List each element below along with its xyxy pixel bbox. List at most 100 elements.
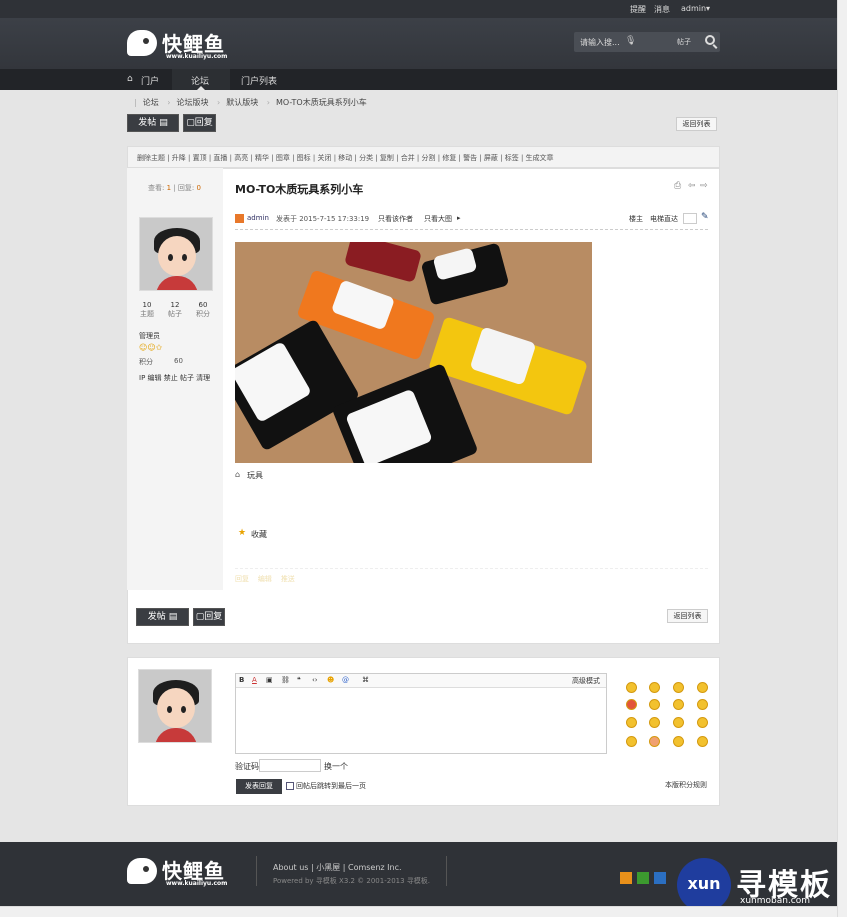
favorite-link[interactable]: 收藏 (251, 529, 267, 540)
new-post-button[interactable]: 发帖 ▤ (127, 114, 179, 132)
crumb-board-list[interactable]: 论坛版块 (176, 98, 208, 107)
jump-last-page-checkbox[interactable] (286, 782, 294, 790)
smiley-icon[interactable] (673, 717, 684, 728)
smiley-icon[interactable] (649, 736, 660, 747)
footer-powered: Powered by 寻模板 X3.2 © 2001-2013 寻模板. (273, 877, 431, 885)
post-author[interactable]: admin (247, 214, 269, 222)
search-box[interactable]: 请输入搜... 🎙 帖子 (574, 32, 720, 52)
message-link[interactable]: 消息 (654, 4, 670, 15)
smiley-icon[interactable] (697, 736, 708, 747)
smiley-icon[interactable] (697, 699, 708, 710)
post-divider (235, 229, 708, 230)
favorite-star-icon[interactable]: ★ (238, 528, 246, 538)
emoticon-icon[interactable]: ☻ (327, 676, 334, 684)
user-menu-caret-icon[interactable]: ▾ (706, 4, 710, 13)
crumb-forum[interactable]: 论坛 (143, 98, 159, 107)
top-bar: 提醒 消息 admin ▾ (0, 0, 837, 18)
points-rules-link[interactable]: 本版积分规则 (665, 780, 707, 790)
post-actions: 回复 编辑 推送 (235, 574, 295, 584)
smiley-icon[interactable] (697, 682, 708, 693)
author-score-label: 积分 (139, 358, 153, 366)
smiley-icon[interactable] (673, 682, 684, 693)
renren-icon[interactable] (654, 872, 666, 884)
only-big-image-link[interactable]: 只看大图 (424, 214, 452, 224)
print-icon[interactable]: ⎙ (674, 181, 681, 191)
smiley-icon[interactable] (673, 736, 684, 747)
smiley-icon[interactable] (626, 736, 637, 747)
prev-thread-icon[interactable]: ⇦ (688, 181, 696, 191)
only-author-link[interactable]: 只看该作者 (378, 214, 413, 224)
home-icon[interactable]: ⌂ (127, 74, 133, 84)
attachment-icon[interactable]: ⌘ (362, 676, 369, 684)
post-image[interactable] (235, 242, 592, 463)
author-posts[interactable]: 12 帖子 (167, 301, 183, 319)
main-nav: ⌂ 门户 论坛 门户列表 (0, 69, 837, 90)
advanced-mode-link[interactable]: 高级模式 (572, 676, 600, 686)
nav-item-home[interactable]: 门户 (141, 74, 159, 87)
smiley-icon[interactable] (697, 717, 708, 728)
smiley-icon[interactable] (649, 717, 660, 728)
recommend-action[interactable]: 推送 (281, 575, 295, 583)
vertical-scrollbar[interactable] (837, 0, 847, 917)
reply-editor[interactable]: B A ▣ ⛓ ❝ ‹› ☻ @ ⌘ 高级模式 (235, 673, 607, 754)
edit-action[interactable]: 编辑 (258, 575, 272, 583)
back-to-list-button-bottom[interactable]: 返回列表 (667, 609, 708, 623)
caret-right-icon[interactable]: ▸ (457, 214, 461, 222)
author-group[interactable]: 管理员 (139, 331, 160, 341)
font-color-icon[interactable]: A (252, 676, 257, 684)
back-to-list-button[interactable]: 返回列表 (676, 117, 717, 131)
search-type-select[interactable]: 帖子 (677, 37, 691, 47)
smiley-icon[interactable] (673, 699, 684, 710)
nav-item-forum[interactable]: 论坛 (191, 74, 209, 87)
reply-button[interactable]: ▢回复 (183, 114, 216, 132)
code-icon[interactable]: ‹› (312, 676, 318, 684)
image-icon[interactable]: ▣ (266, 676, 273, 684)
link-icon[interactable]: ⛓ (281, 676, 290, 684)
wrench-icon[interactable]: ✎ (701, 212, 709, 222)
microphone-icon[interactable]: 🎙 (625, 36, 636, 46)
at-icon[interactable]: @ (342, 676, 349, 684)
smiley-icon[interactable] (626, 682, 637, 693)
site-header: 快鲤鱼 www.kuailiyu.com 请输入搜... 🎙 帖子 (0, 18, 837, 69)
user-menu[interactable]: admin (681, 4, 706, 13)
remind-link[interactable]: 提醒 (630, 4, 646, 15)
search-icon[interactable] (705, 35, 715, 45)
author-admin-links[interactable]: IP 编辑 禁止 帖子 清理 (139, 373, 210, 383)
reply-button-bottom[interactable]: ▢回复 (193, 608, 225, 626)
moderation-tools[interactable]: 删除主题 | 升降 | 置顶 | 直播 | 高亮 | 精华 | 图章 | 图标 … (137, 153, 554, 163)
smiley-icon[interactable] (649, 682, 660, 693)
search-input[interactable]: 请输入搜... (580, 37, 620, 48)
footer-links[interactable]: About us | 小黑屋 | Comsenz Inc. (273, 862, 402, 873)
douban-icon[interactable] (637, 872, 649, 884)
author-points[interactable]: 60 积分 (194, 301, 212, 319)
horizontal-scrollbar[interactable] (0, 906, 837, 917)
crumb-current-thread[interactable]: MO-TO木质玩具系列小车 (276, 98, 367, 107)
new-post-button-bottom[interactable]: 发帖 ▤ (136, 608, 189, 626)
breadcrumb: | 论坛 › 论坛版块 › 默认版块 › MO-TO木质玩具系列小车 (134, 98, 367, 107)
captcha-refresh-link[interactable]: 换一个 (324, 761, 348, 772)
author-avatar[interactable] (139, 217, 213, 291)
fish-logo-icon[interactable] (127, 30, 157, 56)
current-user-avatar[interactable] (138, 669, 212, 743)
smiley-icon[interactable] (626, 699, 637, 710)
jump-last-page-label: 回帖后跳转到最后一页 (296, 782, 366, 790)
captcha-input[interactable] (259, 759, 321, 772)
quote-icon[interactable]: ❝ (297, 676, 301, 684)
fish-logo-icon[interactable] (127, 858, 157, 884)
reply-action[interactable]: 回复 (235, 575, 249, 583)
next-thread-icon[interactable]: ⇨ (700, 181, 708, 191)
floor-label: 楼主 (629, 215, 643, 223)
post-tag[interactable]: 玩具 (247, 470, 263, 481)
bold-icon[interactable]: B (239, 676, 244, 684)
document-icon: ▤ (159, 118, 168, 128)
smiley-icon[interactable] (626, 717, 637, 728)
nav-item-portal-list[interactable]: 门户列表 (241, 74, 277, 87)
thread-stats: 查看: 1 | 回复: 0 (148, 184, 201, 192)
teleport-input[interactable] (683, 213, 697, 224)
rss-icon[interactable] (620, 872, 632, 884)
author-topics[interactable]: 10 主题 (139, 301, 155, 319)
submit-reply-button[interactable]: 发表回复 (236, 779, 282, 794)
smiley-icon[interactable] (649, 699, 660, 710)
crumb-default-board[interactable]: 默认版块 (226, 98, 258, 107)
footer-divider (446, 856, 447, 886)
